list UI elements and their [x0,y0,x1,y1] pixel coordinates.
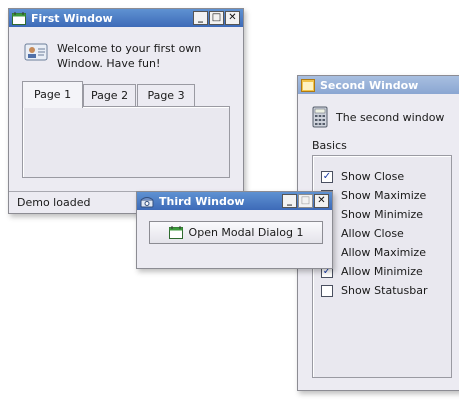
first-window-titlebar[interactable]: First Window _ □ ✕ [9,9,243,27]
calendar-icon [12,11,26,25]
calculator-icon [312,106,328,128]
welcome-message: Welcome to your first own Window. Have f… [57,42,202,70]
third-window-title: Third Window [159,194,245,208]
open-modal-dialog-button[interactable]: Open Modal Dialog 1 [149,221,323,244]
checkbox-allow-minimize[interactable]: ✓ Allow Minimize [321,262,427,281]
minimize-button[interactable]: _ [282,194,297,208]
second-window-titlebar[interactable]: Second Window [298,76,459,94]
third-window: Third Window _ □ ✕ Open Modal Dialog 1 [136,191,333,269]
maximize-button[interactable]: □ [209,11,224,25]
close-button[interactable]: ✕ [225,11,240,25]
first-window-title: First Window [31,11,113,25]
first-window: First Window _ □ ✕ Welcome to your first… [8,8,244,214]
checkbox-label: Allow Maximize [341,246,426,259]
checkbox-label: Show Close [341,170,405,183]
tab-page-3[interactable]: Page 3 [137,84,195,107]
third-window-titlebar[interactable]: Third Window _ □ ✕ [137,192,332,210]
basics-groupbox: ✓ Show Close Show Maximize Show Minimize … [312,155,452,378]
welcome-section: Welcome to your first own Window. Have f… [23,39,235,71]
tab-page-1[interactable]: Page 1 [22,81,83,108]
checkbox-label: Show Minimize [341,208,424,221]
checkbox-label: Show Statusbar [341,284,428,297]
status-text: Demo loaded [17,196,91,209]
checkbox-label: Allow Close [341,227,404,240]
checkbox-box[interactable] [321,284,333,297]
basics-group-label: Basics [312,139,347,152]
checkbox-show-statusbar[interactable]: Show Statusbar [321,281,427,300]
checkbox-show-minimize[interactable]: Show Minimize [321,205,427,224]
checkbox-list: ✓ Show Close Show Maximize Show Minimize … [321,167,427,300]
maximize-button[interactable]: □ [298,194,313,208]
close-button[interactable]: ✕ [314,194,329,208]
open-modal-dialog-label: Open Modal Dialog 1 [188,226,304,239]
checkbox-show-maximize[interactable]: Show Maximize [321,186,427,205]
tab-page-2[interactable]: Page 2 [83,84,136,107]
checkbox-label: Show Maximize [341,189,427,202]
window-icon [301,78,315,92]
checkbox-show-close[interactable]: ✓ Show Close [321,167,427,186]
second-window-heading: The second window [336,110,445,124]
telephone-icon [140,195,154,208]
second-window-title: Second Window [320,78,419,92]
minimize-button[interactable]: _ [193,11,208,25]
second-heading-row: The second window [312,106,444,128]
contact-card-icon [23,39,51,65]
checkbox-allow-close[interactable]: Allow Close [321,224,427,243]
checkbox-box[interactable]: ✓ [321,170,333,183]
calendar-icon [168,226,183,239]
checkbox-label: Allow Minimize [341,265,423,278]
tab-page-panel [22,106,230,178]
tab-view: Page 1 Page 2 Page 3 [22,81,231,184]
checkbox-allow-maximize[interactable]: Allow Maximize [321,243,427,262]
